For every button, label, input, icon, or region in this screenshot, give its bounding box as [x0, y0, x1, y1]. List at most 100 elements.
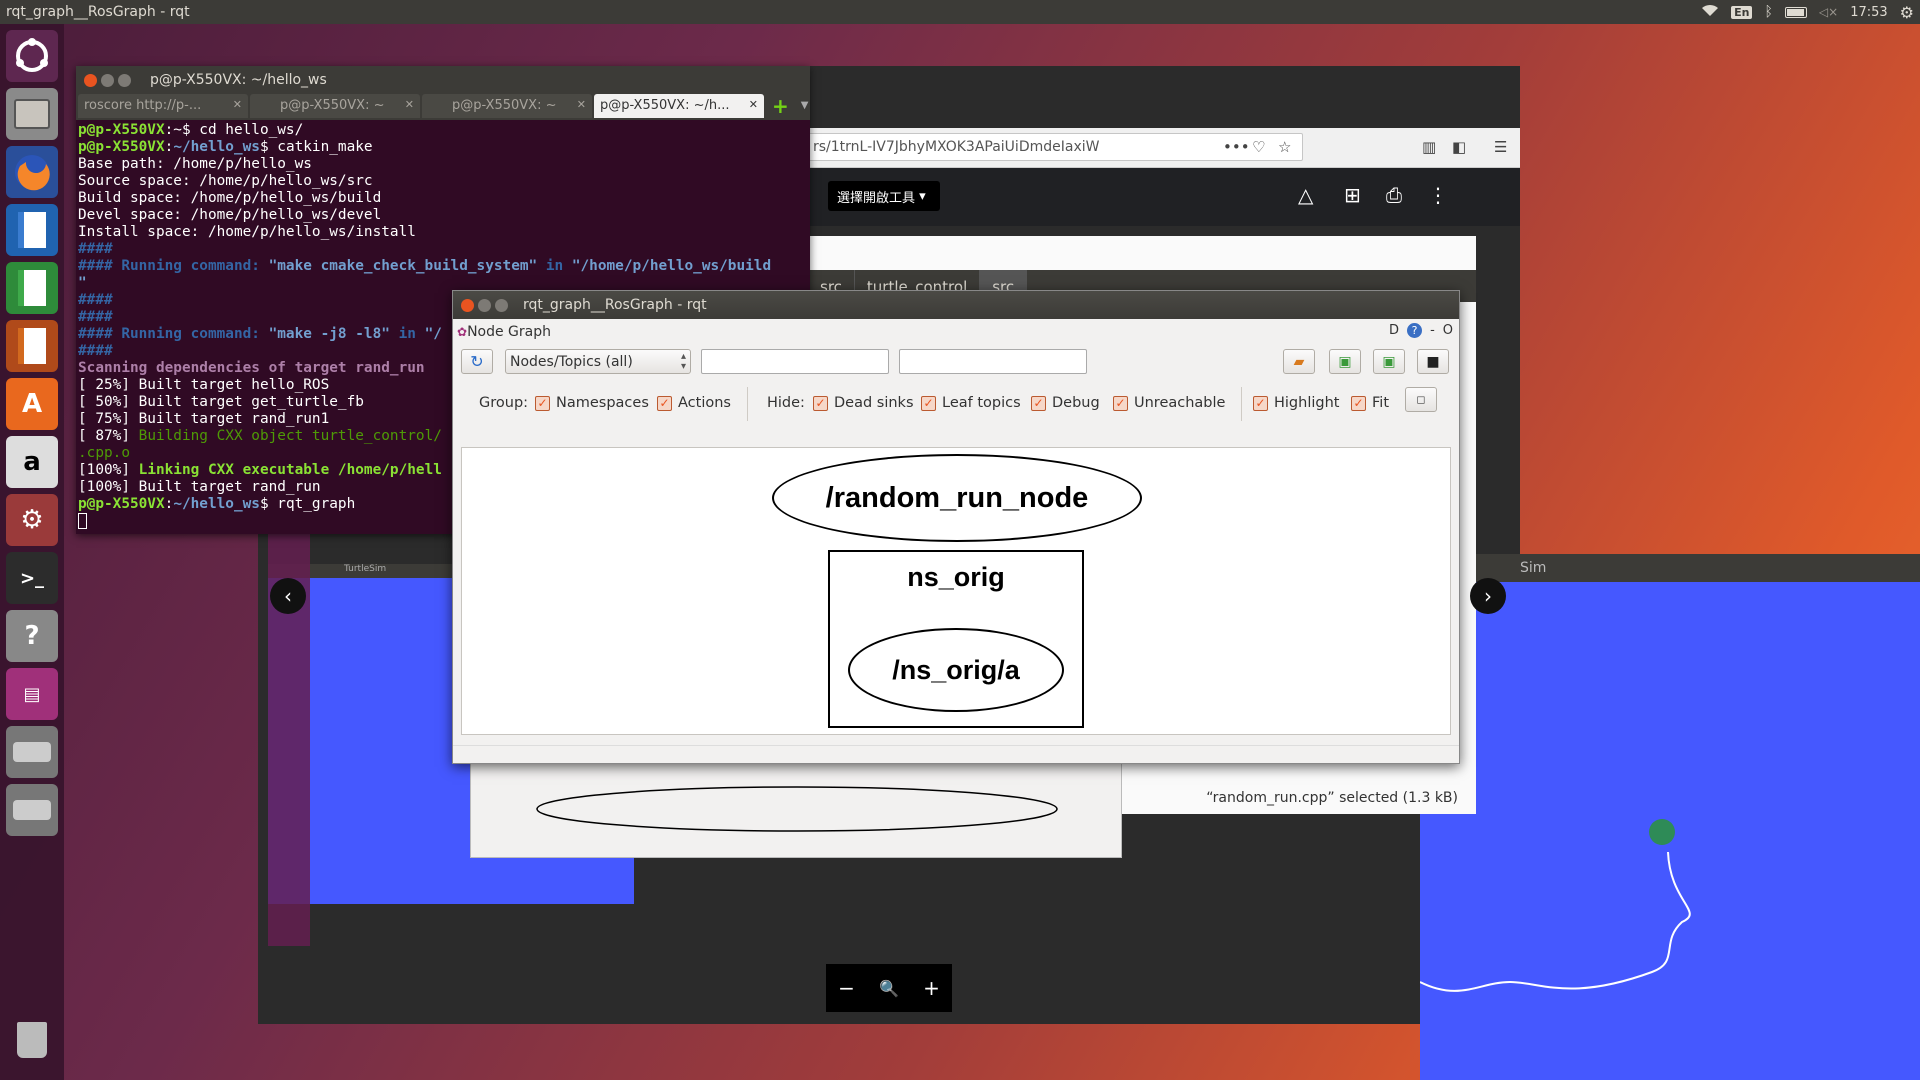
leaf-topics-checkbox[interactable]: ✓ Leaf topics [921, 395, 1021, 411]
more-options-icon[interactable]: ⋮ [1428, 183, 1448, 207]
help-button[interactable]: ? [1407, 323, 1423, 338]
terminal-text: #### [78, 309, 113, 325]
page-actions-icon[interactable]: ••• [1223, 138, 1250, 156]
terminal-tab[interactable]: roscore http://p-... ✕ [78, 94, 248, 118]
sidebar-icon[interactable]: ◧ [1452, 138, 1466, 156]
graph-options: Group: ✓ Namespaces ✓ Actions Hide: ✓ Dead … [453, 377, 1459, 429]
drive-icon[interactable] [6, 726, 58, 778]
save-image-button[interactable]: ■ [1417, 349, 1449, 374]
software-center-icon[interactable]: A [6, 378, 58, 430]
terminal-tab[interactable]: p@p-X550VX: ~ ✕ [422, 94, 592, 118]
minimize-icon[interactable] [478, 299, 491, 312]
refresh-button[interactable]: ↻ [461, 349, 493, 374]
trash-icon[interactable] [6, 1014, 58, 1066]
dead-sinks-checkbox[interactable]: ✓ Dead sinks [813, 395, 914, 411]
zoom-icon[interactable]: 🔍 [879, 979, 899, 998]
battery-icon[interactable] [1784, 6, 1807, 18]
terminal-text: Build space: /home/p/hello_ws/build [78, 190, 382, 206]
save-dot-button[interactable]: ▣ [1329, 349, 1361, 374]
tab-list-icon[interactable]: ▼ [801, 94, 809, 120]
terminal-text: #### [78, 343, 113, 359]
close-icon[interactable] [461, 299, 474, 312]
namespace-cluster[interactable]: ns_orig /ns_orig/a [828, 550, 1084, 728]
open-with-button[interactable]: 選擇開啟工具 ▾ [828, 181, 940, 211]
terminal-line: Devel space: /home/p/hello_ws/devel [78, 207, 808, 224]
turtlesim-window: Sim [1420, 554, 1920, 1080]
namespaces-checkbox[interactable]: ✓ Namespaces [535, 395, 649, 411]
save-svg-button[interactable]: ▣ [1373, 349, 1405, 374]
terminal-icon[interactable]: >_ [6, 552, 58, 604]
bluetooth-icon[interactable]: ᛒ [1764, 4, 1772, 20]
load-dot-button[interactable]: ▰ [1283, 349, 1315, 374]
plugin-title: Node Graph [467, 324, 551, 340]
clock[interactable]: 17:53 [1850, 5, 1887, 20]
terminal-text: p@p-X550VX [78, 496, 165, 512]
previous-arrow-icon[interactable]: ‹ [270, 578, 306, 614]
fit-view-button[interactable]: ◻ [1405, 387, 1437, 412]
graph-node-random-run[interactable]: /random_run_node [772, 454, 1142, 542]
debug-checkbox[interactable]: ✓ Debug [1031, 395, 1100, 411]
add-comment-icon[interactable]: ⊞ [1344, 183, 1361, 207]
minimize-icon[interactable] [101, 74, 114, 87]
unreachable-checkbox[interactable]: ✓ Unreachable [1113, 395, 1225, 411]
volume-icon[interactable]: ◁× [1819, 5, 1838, 19]
selection-status: “random_run.cpp” selected (1.3 kB) [1206, 790, 1458, 806]
close-tab-icon[interactable]: ✕ [749, 98, 758, 111]
keyboard-layout-indicator[interactable]: En [1731, 5, 1753, 19]
system-settings-icon[interactable]: ⚙ [6, 494, 58, 546]
node-filter-input[interactable] [701, 349, 889, 374]
folder-icon: ▰ [1293, 353, 1305, 370]
terminal-text: : [164, 139, 174, 155]
topic-filter-input[interactable] [899, 349, 1087, 374]
impress-icon[interactable] [6, 320, 58, 372]
graph-canvas[interactable]: /random_run_node ns_orig /ns_orig/a [461, 447, 1451, 735]
close-tab-icon[interactable]: ✕ [577, 98, 586, 111]
maximize-icon[interactable] [118, 74, 131, 87]
zoom-out-button[interactable]: − [838, 976, 855, 1000]
terminal-text: [ 25%] Built target hello_ROS [78, 377, 330, 393]
close-plugin-button[interactable]: O [1443, 323, 1453, 338]
library-icon[interactable]: ▥ [1422, 138, 1436, 156]
terminal-text: in [537, 258, 572, 274]
new-tab-icon[interactable]: + [766, 94, 795, 120]
drive-preview-toolbar: 選擇開啟工具 ▾ △ ⊞ ⎙ ⋮ [808, 168, 1520, 226]
terminal-text: : [164, 496, 174, 512]
terminal-text: "make cmake_check_build_system" [268, 258, 538, 274]
pocket-icon[interactable]: ♡ [1252, 138, 1265, 156]
close-icon[interactable] [84, 74, 97, 87]
drive-icon[interactable]: △ [1298, 183, 1313, 207]
amazon-icon[interactable]: a [6, 436, 58, 488]
ubuntu-dash-icon[interactable] [6, 30, 58, 82]
calc-icon[interactable] [6, 262, 58, 314]
terminal-text: Linking CXX executable /home/p/hell [138, 462, 442, 478]
cluster-label: ns_orig [907, 562, 1005, 592]
terminal-tab-active[interactable]: p@p-X550VX: ~/h... ✕ [594, 94, 764, 118]
drive-icon[interactable] [6, 784, 58, 836]
zoom-in-button[interactable]: + [923, 976, 940, 1000]
writer-icon[interactable] [6, 204, 58, 256]
terminal-tab[interactable]: p@p-X550VX: ~ ✕ [250, 94, 420, 118]
graph-node-ns-orig-a[interactable]: /ns_orig/a [848, 628, 1064, 712]
next-arrow-icon[interactable]: › [1470, 578, 1506, 614]
terminal-text: #### [78, 241, 113, 257]
terminal-tabs: roscore http://p-... ✕ p@p-X550VX: ~ ✕ p@p… [76, 94, 810, 120]
close-tab-icon[interactable]: ✕ [233, 98, 242, 111]
gear-icon[interactable]: ⚙ [1900, 3, 1914, 22]
menu-icon[interactable]: ☰ [1494, 138, 1507, 156]
fit-checkbox[interactable]: ✓ Fit [1351, 395, 1389, 411]
close-tab-icon[interactable]: ✕ [405, 98, 414, 111]
files-icon[interactable] [6, 88, 58, 140]
rqt-icon[interactable]: ▤ [6, 668, 58, 720]
print-icon[interactable]: ⎙ [1386, 183, 1402, 207]
help-icon[interactable]: ? [6, 610, 58, 662]
firefox-icon[interactable] [6, 146, 58, 198]
maximize-icon[interactable] [495, 299, 508, 312]
minimize-plugin-button[interactable]: - [1430, 323, 1435, 338]
dock-button[interactable]: D [1389, 323, 1399, 338]
highlight-checkbox[interactable]: ✓ Highlight [1253, 395, 1339, 411]
terminal-line: Base path: /home/p/hello_ws [78, 156, 808, 173]
actions-checkbox[interactable]: ✓ Actions [657, 395, 731, 411]
wifi-icon[interactable] [1701, 4, 1719, 20]
graph-type-select[interactable]: Nodes/Topics (all) ▴ ▾ [505, 349, 691, 374]
bookmark-star-icon[interactable]: ☆ [1278, 138, 1291, 156]
